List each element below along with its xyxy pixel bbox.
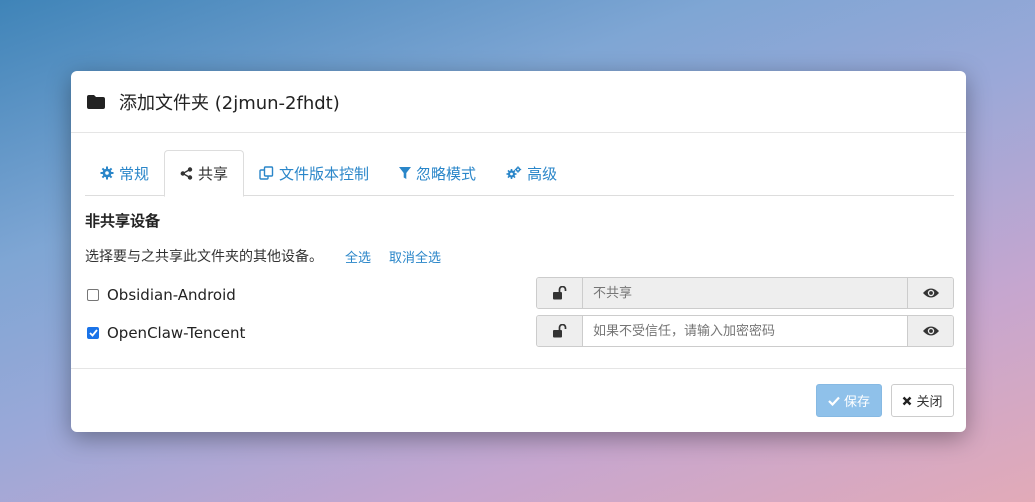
tab-bar: 常规 共享 文件版本控制 忽略模式 高级 <box>85 150 954 197</box>
device-name: Obsidian-Android <box>107 286 236 304</box>
dialog-body: 常规 共享 文件版本控制 忽略模式 高级 非共享设备 选择要与之共享此文件夹的其… <box>71 133 966 353</box>
folder-icon <box>87 94 105 109</box>
eye-icon <box>922 326 939 336</box>
dialog-title: 添加文件夹 (2jmun-2fhdt) <box>119 92 340 114</box>
unlock-icon <box>552 324 566 338</box>
cogs-icon <box>506 166 522 179</box>
share-icon <box>180 167 193 180</box>
close-button[interactable]: 关闭 <box>891 384 954 417</box>
dialog-header: 添加文件夹 (2jmun-2fhdt) <box>71 71 966 133</box>
lock-toggle-button[interactable] <box>537 316 583 346</box>
copy-icon <box>259 166 274 180</box>
eye-icon <box>922 288 939 298</box>
save-button[interactable]: 保存 <box>816 384 882 417</box>
device-row: Obsidian-Android <box>85 277 954 315</box>
gear-icon <box>100 166 114 180</box>
encryption-password-input[interactable] <box>583 316 907 346</box>
unlock-icon <box>552 286 566 300</box>
tab-ignore-patterns[interactable]: 忽略模式 <box>384 150 491 196</box>
tab-advanced[interactable]: 高级 <box>491 150 572 196</box>
device-checkbox[interactable] <box>87 327 99 339</box>
show-password-button[interactable] <box>907 316 953 346</box>
check-icon <box>828 396 840 406</box>
share-description-row: 选择要与之共享此文件夹的其他设备。 全选 取消全选 <box>85 246 954 266</box>
tab-sharing[interactable]: 共享 <box>164 150 245 197</box>
dialog-footer: 保存 关闭 <box>71 368 966 432</box>
device-checkbox[interactable] <box>87 289 99 301</box>
filter-icon <box>399 167 412 179</box>
device-row: OpenClaw-Tencent <box>85 315 954 353</box>
device-checkbox-label[interactable]: OpenClaw-Tencent <box>87 324 245 342</box>
close-icon <box>903 396 912 405</box>
add-folder-dialog: 添加文件夹 (2jmun-2fhdt) 常规 共享 文件版本控制 忽略模式 高级… <box>71 71 966 432</box>
tab-file-versioning[interactable]: 文件版本控制 <box>244 150 384 196</box>
device-name: OpenClaw-Tencent <box>107 324 246 342</box>
encryption-password-group <box>536 277 954 309</box>
deselect-all-link[interactable]: 取消全选 <box>389 247 441 266</box>
select-all-link[interactable]: 全选 <box>345 247 371 266</box>
check-icon <box>88 329 98 337</box>
share-description: 选择要与之共享此文件夹的其他设备。 <box>85 249 323 265</box>
section-title-unshared-devices: 非共享设备 <box>85 212 161 230</box>
lock-toggle-button[interactable] <box>537 278 583 308</box>
tab-general[interactable]: 常规 <box>85 150 164 196</box>
encryption-password-input[interactable] <box>583 278 907 308</box>
show-password-button[interactable] <box>907 278 953 308</box>
encryption-password-group <box>536 315 954 347</box>
device-checkbox-label[interactable]: Obsidian-Android <box>87 286 236 304</box>
